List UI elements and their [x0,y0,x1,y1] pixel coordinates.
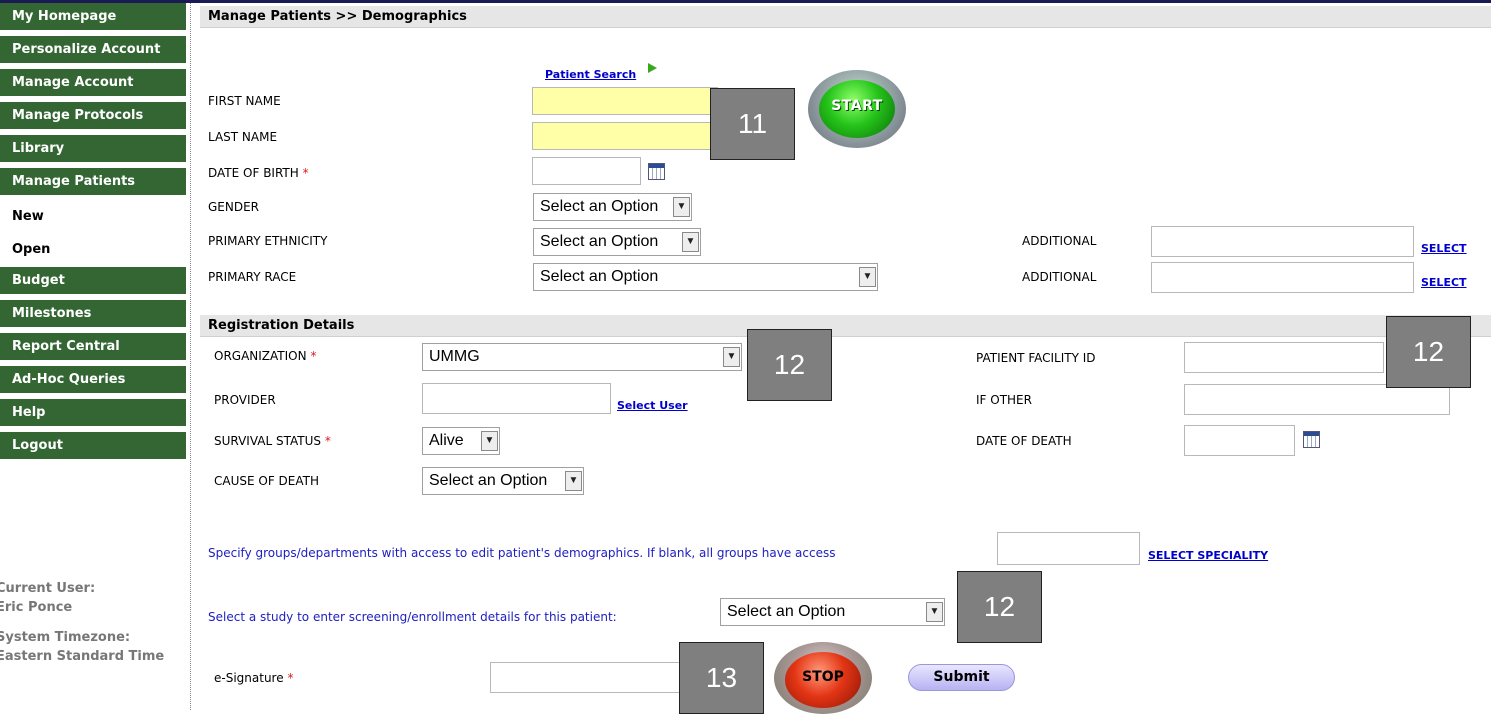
survival-status-value: Alive [429,432,464,449]
date-of-death-label: DATE OF DEATH [976,434,1072,448]
stop-button[interactable]: STOP [774,642,872,714]
select-user-link[interactable]: Select User [617,399,688,412]
required-mark: * [302,166,309,180]
sidebar-divider [190,3,191,710]
sidebar-item-logout[interactable]: Logout [0,432,186,462]
race-select-link[interactable]: SELECT [1421,276,1467,289]
sidebar-item-my-homepage[interactable]: My Homepage [0,3,186,33]
organization-select-value: UMMG [429,348,480,365]
sidebar-item-personalize-account[interactable]: Personalize Account [0,36,186,66]
dob-label: DATE OF BIRTH * [208,166,309,180]
race-select-value: Select an Option [540,268,659,285]
submit-button[interactable]: Submit [908,664,1015,691]
callout-11: 11 [710,88,795,160]
study-select-value: Select an Option [727,603,846,620]
patient-facility-id-label: PATIENT FACILITY ID [976,351,1096,365]
green-arrow-icon [648,63,657,73]
chevron-down-icon: ▼ [682,232,699,252]
organization-label-text: ORGANIZATION [214,349,307,363]
chevron-down-icon: ▼ [723,347,740,367]
gender-label: GENDER [208,200,260,214]
if-other-label: IF OTHER [976,393,1032,407]
sidebar-item-report-central[interactable]: Report Central [0,333,186,363]
start-button[interactable]: START [808,70,906,148]
ethnicity-additional-input[interactable] [1151,226,1414,257]
calendar-icon[interactable] [648,163,665,180]
survival-status-label: SURVIVAL STATUS * [214,434,331,448]
if-other-input[interactable] [1184,384,1450,415]
provider-input[interactable] [422,383,611,414]
sidebar-item-manage-patients[interactable]: Manage Patients [0,168,186,198]
organization-label: ORGANIZATION * [214,349,316,363]
required-mark: * [287,671,294,685]
sidebar-nav: My Homepage Personalize Account Manage A… [0,3,186,710]
sidebar-item-milestones[interactable]: Milestones [0,300,186,330]
ethnicity-label: PRIMARY ETHNICITY [208,234,328,248]
race-label: PRIMARY RACE [208,270,297,284]
ethnicity-additional-label: ADDITIONAL [1022,234,1097,248]
top-border [0,0,1491,3]
chevron-down-icon: ▼ [673,197,690,217]
race-additional-label: ADDITIONAL [1022,270,1097,284]
ethnicity-select-value: Select an Option [540,233,659,250]
e-signature-label-text: e-Signature [214,671,284,685]
first-name-input[interactable] [532,87,718,115]
patient-facility-id-input[interactable] [1184,342,1384,373]
cause-of-death-value: Select an Option [429,472,548,489]
sidebar-item-library[interactable]: Library [0,135,186,165]
sidebar-item-manage-protocols[interactable]: Manage Protocols [0,102,186,132]
first-name-label: FIRST NAME [208,94,281,108]
dob-label-text: DATE OF BIRTH [208,166,299,180]
organization-select[interactable]: UMMG ▼ [422,343,742,371]
cause-of-death-select[interactable]: Select an Option ▼ [422,467,584,495]
provider-label: PROVIDER [214,393,276,407]
timezone-label: System Timezone: [0,630,131,645]
gender-select-value: Select an Option [540,198,659,215]
callout-12: 12 [957,571,1042,643]
race-select[interactable]: Select an Option ▼ [533,263,878,291]
select-speciality-link[interactable]: SELECT SPECIALITY [1148,549,1268,562]
gender-select[interactable]: Select an Option ▼ [533,193,692,221]
chevron-down-icon: ▼ [926,602,943,622]
current-user-label: Current User: [0,581,96,596]
chevron-down-icon: ▼ [565,471,582,491]
required-mark: * [310,349,317,363]
sidebar-item-help[interactable]: Help [0,399,186,429]
e-signature-input[interactable] [490,662,690,693]
sidebar-item-budget[interactable]: Budget [0,267,186,297]
callout-12: 12 [747,329,832,401]
patient-search-link[interactable]: Patient Search [545,68,636,81]
e-signature-label: e-Signature * [214,671,293,685]
callout-12: 12 [1386,316,1471,388]
current-user-name: Eric Ponce [0,600,73,615]
last-name-input[interactable] [532,122,718,150]
ethnicity-select-link[interactable]: SELECT [1421,242,1467,255]
start-button-label: START [819,80,895,138]
required-mark: * [324,434,331,448]
page-title: Manage Patients >> Demographics [200,6,1491,28]
chevron-down-icon: ▼ [859,267,876,287]
groups-access-input[interactable] [997,532,1140,565]
sidebar-item-ad-hoc-queries[interactable]: Ad-Hoc Queries [0,366,186,396]
timezone-value: Eastern Standard Time [0,649,165,664]
cause-of-death-label: CAUSE OF DEATH [214,474,319,488]
groups-access-text: Specify groups/departments with access t… [208,546,836,560]
race-additional-input[interactable] [1151,262,1414,293]
sidebar-subitem-new[interactable]: New [0,203,186,233]
survival-status-label-text: SURVIVAL STATUS [214,434,322,448]
survival-status-select[interactable]: Alive ▼ [422,427,500,455]
last-name-label: LAST NAME [208,130,278,144]
date-of-death-input[interactable] [1184,425,1295,456]
registration-section-title: Registration Details [200,315,1491,337]
study-select-text: Select a study to enter screening/enroll… [208,610,617,624]
callout-13: 13 [679,642,764,714]
chevron-down-icon: ▼ [481,431,498,451]
stop-button-label: STOP [785,652,861,708]
ethnicity-select[interactable]: Select an Option ▼ [533,228,701,256]
sidebar-item-manage-account[interactable]: Manage Account [0,69,186,99]
sidebar-subitem-open[interactable]: Open [0,236,186,266]
study-select[interactable]: Select an Option ▼ [720,598,945,626]
dob-input[interactable] [532,157,641,185]
calendar-icon[interactable] [1303,431,1320,448]
